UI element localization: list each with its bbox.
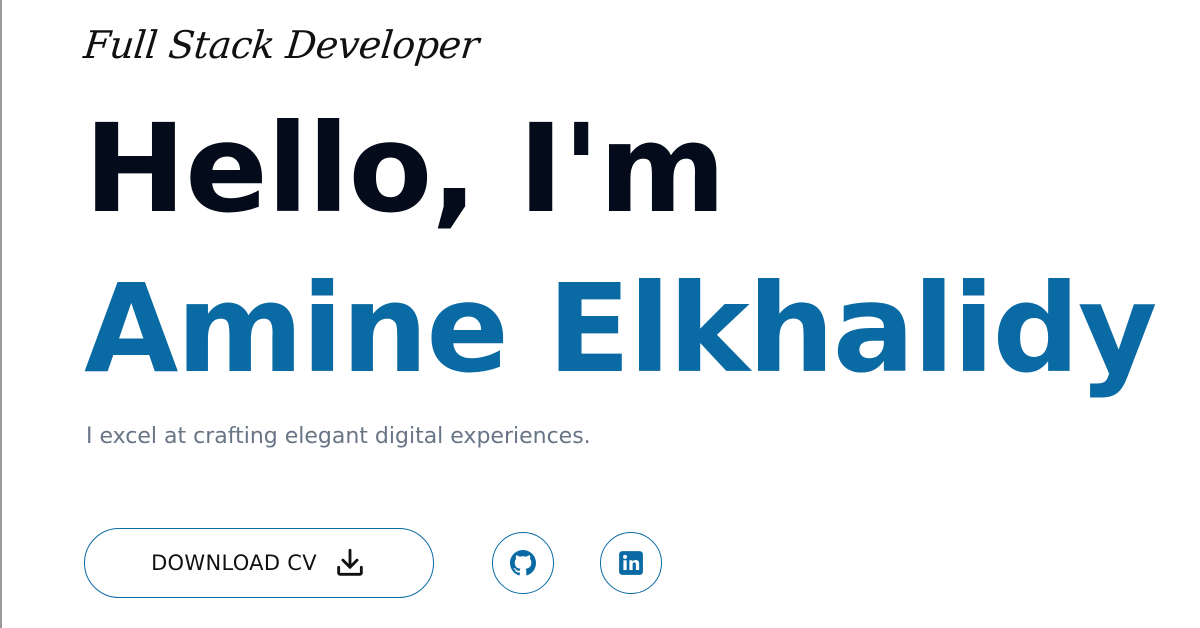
linkedin-link[interactable] <box>600 532 662 594</box>
download-cv-button[interactable]: DOWNLOAD CV <box>84 528 434 598</box>
linkedin-icon <box>618 550 644 576</box>
hero-subtitle: I excel at crafting elegant digital expe… <box>86 424 591 449</box>
role-tagline: Full Stack Developer <box>81 23 481 67</box>
greeting-heading: Hello, I'm <box>84 98 726 240</box>
github-link[interactable] <box>492 532 554 594</box>
github-icon <box>510 550 536 576</box>
download-icon <box>333 546 367 580</box>
download-cv-label: DOWNLOAD CV <box>151 551 317 575</box>
hero-section: Full Stack Developer Hello, I'm Amine El… <box>0 0 1200 628</box>
name-heading: Amine Elkhalidy <box>84 258 1157 400</box>
